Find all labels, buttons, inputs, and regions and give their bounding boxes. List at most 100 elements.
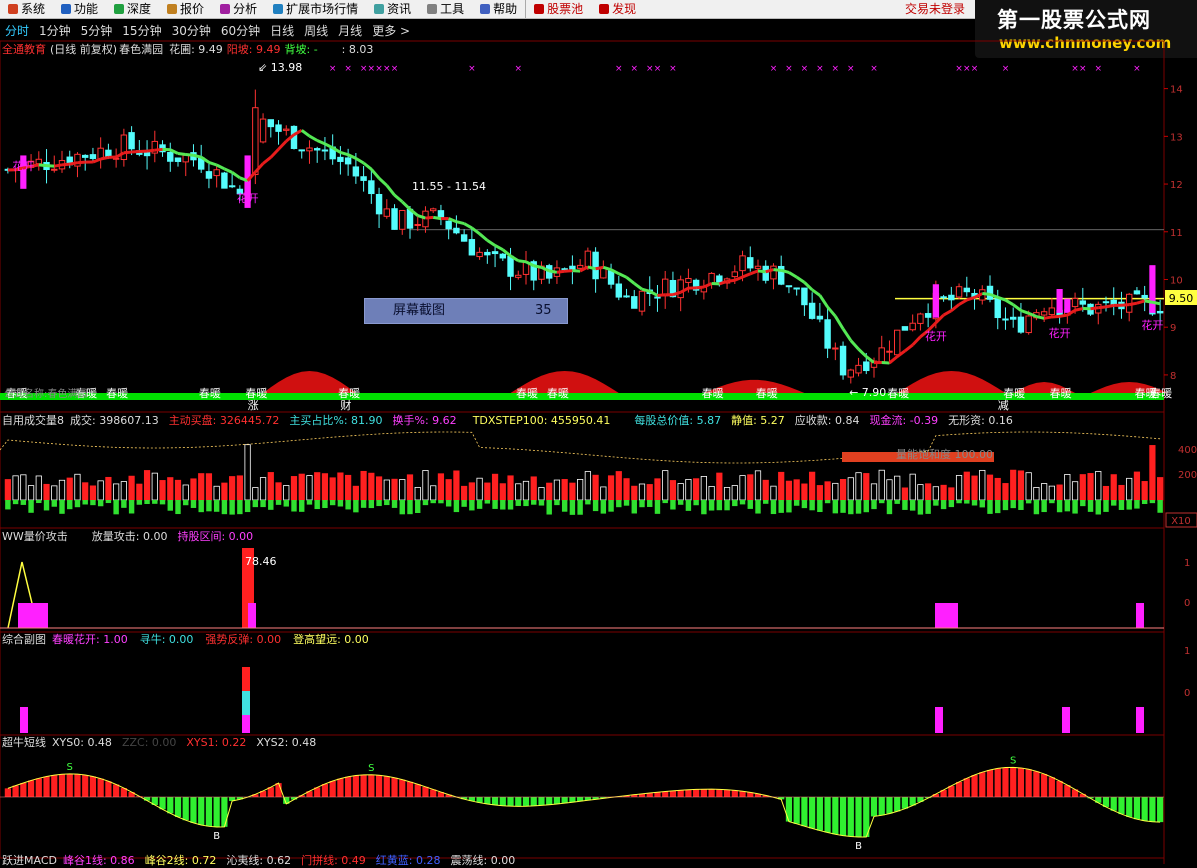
osc-bar [739,791,745,797]
candle-body [400,210,405,229]
osc-bar [809,797,815,828]
candle-body [469,240,474,255]
screenshot-box[interactable]: 屏幕截图 35 [364,298,568,324]
osc-bar [368,775,374,797]
ma-segment [634,283,642,289]
ma-segment [217,165,225,169]
osc-bar [1149,797,1155,822]
volume-down-bar [198,500,203,512]
attack-header-part: 放量攻击: 0.00 [92,530,168,543]
volume-down-bar [585,500,590,504]
flower-tag: 花开 [12,160,34,173]
volume-down-bar [848,500,853,514]
osc-bar [98,779,104,797]
volume-down-bar [562,500,567,512]
ma-segment [650,291,658,295]
volume-down-bar [175,500,180,514]
volume-down-bar [1057,500,1062,512]
candle-body [52,169,57,170]
macd-header-part: 跃进MACD [2,854,57,867]
ma-segment [186,154,194,155]
volume-down-bar [1003,500,1008,510]
main-header-part: 背坡: - [285,43,318,56]
candle-body [624,296,629,297]
candle-body [856,365,861,373]
osc-bar [670,791,676,797]
ma-segment [828,307,836,316]
candle-body [446,221,451,228]
candle-body [717,276,722,282]
ma-segment [371,169,379,178]
volume-down-bar [222,500,227,514]
signal-mark: × [1079,64,1087,74]
volume-bar [647,484,652,500]
osc-bar [569,797,575,802]
volume-down-bar [786,500,791,512]
candle-body [229,186,234,187]
osc-bar [693,789,699,797]
volume-down-bar [1088,500,1093,512]
candle-body [307,148,312,151]
volume-bar [307,476,312,500]
flower-tag: 花开 [1049,327,1071,340]
volume-bar [1103,486,1108,500]
combo-header-part: 寻牛: 0.00 [140,633,194,646]
low-mark: ← 7.90 [849,386,886,399]
volume-bar [1010,470,1015,500]
volume-bar [314,473,319,500]
main-header-part: (日线 前复权) [50,43,117,56]
signal-mark: × [383,64,391,74]
ma-segment [356,158,364,163]
combo-header-part: 登高望远: 0.00 [293,633,369,646]
ma-segment [944,311,952,315]
macd-header-part: 沁夷线: 0.62 [226,854,291,867]
y-tick-label: 0 [1184,688,1190,699]
peak-value: 78.46 [245,555,277,568]
volume-bar [871,484,876,500]
osc-bar [484,797,490,804]
volume-bar [980,470,985,500]
ma-segment [364,163,372,169]
volume-down-bar [52,500,57,507]
signal-mark: × [1094,64,1102,74]
candle-body [129,133,134,149]
volume-bar [392,479,397,500]
volume-bar [585,472,590,500]
ma-segment [1121,305,1129,306]
osc-bar [59,774,65,797]
spring-tag: 春暖 [516,387,538,400]
volume-down-bar [137,500,142,505]
volume-down-bar [508,500,513,510]
volume-bar [1034,487,1039,500]
candle-body [121,135,126,159]
volume-bar [469,483,474,500]
10: #c03030 [1184,789,1197,802]
signal-mark: × [963,64,971,74]
volume-down-bar [1157,500,1162,513]
candle-body [1026,316,1031,333]
volume-down-bar [1041,500,1046,512]
stock-chart[interactable]: 141312111098××××××××××××××××××××××××××××… [0,0,1197,864]
volume-bar [461,486,466,500]
volume-bar [299,474,304,500]
unit-label: X10 [1171,516,1191,527]
candle-body [508,256,513,276]
volume-down-bar [191,500,196,508]
volume-down-bar [964,500,969,504]
candle-body [392,209,397,230]
bull-header-part: XYS1: 0.22 [186,736,246,749]
volume-bar [639,484,644,500]
osc-bar [399,780,405,797]
volume-down-bar [98,500,103,506]
volume-down-bar [1065,500,1070,511]
volume-down-bar [245,500,250,512]
volume-bar [1003,483,1008,500]
candle-body [686,278,691,282]
signal-mark: × [816,64,824,74]
volume-bar [1150,445,1155,500]
volume-down-bar [833,500,838,513]
volume-bar [1126,478,1131,500]
ma-segment [271,149,279,157]
volume-down-bar [740,500,745,504]
volume-bar [121,482,126,500]
